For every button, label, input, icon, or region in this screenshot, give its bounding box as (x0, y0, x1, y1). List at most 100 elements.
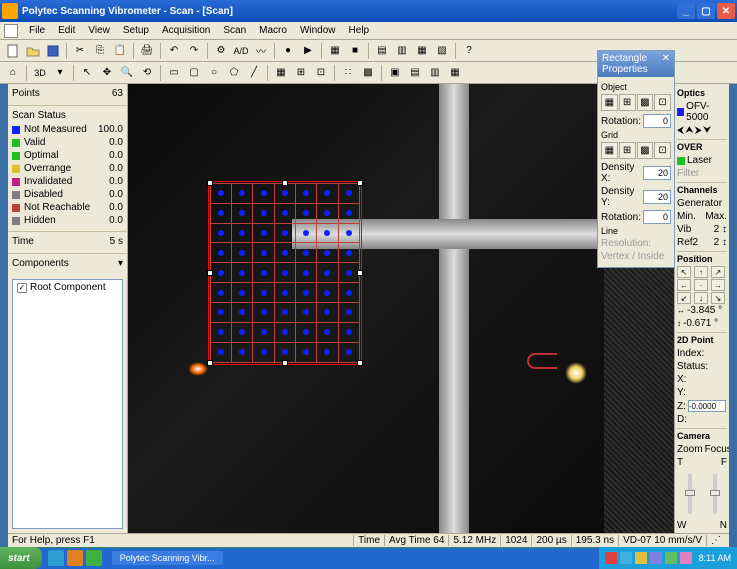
scan-point[interactable] (239, 210, 245, 216)
copy-button[interactable]: ⎘ (91, 42, 109, 60)
scan-point[interactable] (261, 210, 267, 216)
scan-point[interactable] (239, 349, 245, 355)
scan-point[interactable] (346, 210, 352, 216)
view2-button[interactable]: ▥ (393, 42, 411, 60)
play-button[interactable]: ▶ (299, 42, 317, 60)
scan-point[interactable] (346, 230, 352, 236)
grid-rotation-input[interactable] (643, 210, 671, 224)
panel-close-icon[interactable]: ✕ (662, 53, 670, 75)
measurement-grid[interactable] (210, 183, 360, 363)
scan-point[interactable] (324, 210, 330, 216)
zoom-button[interactable]: 🔍 (118, 64, 136, 82)
tray-icon[interactable] (665, 552, 677, 564)
menu-setup[interactable]: Setup (117, 23, 155, 38)
scan-point[interactable] (324, 329, 330, 335)
scan-point[interactable] (239, 270, 245, 276)
scan-point[interactable] (239, 230, 245, 236)
rotate-button[interactable]: ⟲ (138, 64, 156, 82)
scan-point[interactable] (346, 270, 352, 276)
densityx-input[interactable] (643, 166, 671, 180)
scan-point[interactable] (239, 329, 245, 335)
grid3-button[interactable]: ⊡ (312, 64, 330, 82)
camera-viewport[interactable] (128, 84, 674, 533)
line-button[interactable]: ╱ (245, 64, 263, 82)
save-button[interactable] (44, 42, 62, 60)
tray-icon[interactable] (635, 552, 647, 564)
points-button[interactable]: ∷ (339, 64, 357, 82)
scan-point[interactable] (261, 329, 267, 335)
grid2-button[interactable]: ⊞ (292, 64, 310, 82)
z-input[interactable] (688, 400, 726, 412)
scan-point[interactable] (324, 349, 330, 355)
maximize-button[interactable]: ▢ (697, 3, 715, 19)
scan-point[interactable] (282, 250, 288, 256)
nav-right-icon[interactable]: ⮞ (695, 125, 702, 136)
stop-button[interactable]: ■ (346, 42, 364, 60)
menu-macro[interactable]: Macro (253, 23, 293, 38)
nav-left-icon[interactable]: ⮜ (677, 125, 684, 136)
tray-clock[interactable]: 8:11 AM (699, 553, 731, 563)
start-button[interactable]: start (0, 547, 42, 569)
menu-scan[interactable]: Scan (217, 23, 252, 38)
scan-point[interactable] (324, 230, 330, 236)
scan-point[interactable] (261, 349, 267, 355)
scan-point[interactable] (282, 210, 288, 216)
components-tree[interactable]: ✓ Root Component (12, 279, 123, 529)
scan-point[interactable] (282, 190, 288, 196)
scan-point[interactable] (303, 290, 309, 296)
tray-icon[interactable] (650, 552, 662, 564)
menu-file[interactable]: File (23, 23, 51, 38)
components-toggle-icon[interactable]: ▾ (118, 258, 123, 269)
densityy-input[interactable] (643, 190, 671, 204)
scan-point[interactable] (261, 230, 267, 236)
obj-mode1[interactable]: ▦ (601, 94, 618, 111)
zoom-slider[interactable] (688, 474, 692, 514)
scan-point[interactable] (346, 290, 352, 296)
rectangle-properties-panel[interactable]: Rectangle Properties✕ Object ▦ ⊞ ▩ ⊡ Rot… (597, 50, 675, 268)
scan-point[interactable] (346, 349, 352, 355)
pointer-button[interactable]: ↖ (78, 64, 96, 82)
pos-ne[interactable]: ↗ (711, 266, 725, 278)
obj-mode4[interactable]: ⊡ (654, 94, 671, 111)
ad-button[interactable]: A/D (232, 42, 250, 60)
dropdown-icon[interactable]: ▾ (51, 64, 69, 82)
pan-button[interactable]: ✥ (98, 64, 116, 82)
open-button[interactable] (24, 42, 42, 60)
scan-point[interactable] (282, 329, 288, 335)
polygon-button[interactable]: ⬠ (225, 64, 243, 82)
scan-point[interactable] (218, 270, 224, 276)
layer1-button[interactable]: ▣ (386, 64, 404, 82)
view3-button[interactable]: ▦ (413, 42, 431, 60)
scan-point[interactable] (346, 309, 352, 315)
print-button[interactable]: 🖨 (138, 42, 156, 60)
layer4-button[interactable]: ▦ (446, 64, 464, 82)
close-button[interactable]: ✕ (717, 3, 735, 19)
menu-edit[interactable]: Edit (52, 23, 81, 38)
tray-icon[interactable] (680, 552, 692, 564)
root-component-item[interactable]: ✓ Root Component (13, 280, 122, 295)
menu-acquisition[interactable]: Acquisition (156, 23, 216, 38)
scan-point[interactable] (261, 270, 267, 276)
checkbox-icon[interactable]: ✓ (17, 283, 27, 293)
layer3-button[interactable]: ▥ (426, 64, 444, 82)
ql-ie-icon[interactable] (48, 550, 64, 566)
pos-e[interactable]: → (711, 279, 725, 291)
pos-se[interactable]: ↘ (711, 292, 725, 304)
pos-n[interactable]: ↑ (694, 266, 708, 278)
scan-point[interactable] (218, 190, 224, 196)
scan-point[interactable] (261, 190, 267, 196)
scan-point[interactable] (261, 250, 267, 256)
record-button[interactable]: ● (279, 42, 297, 60)
new-button[interactable] (4, 42, 22, 60)
scan-button[interactable]: ▦ (326, 42, 344, 60)
minimize-button[interactable]: _ (677, 3, 695, 19)
grid-mode1[interactable]: ▦ (601, 142, 618, 159)
scan-point[interactable] (324, 309, 330, 315)
scan-point[interactable] (324, 190, 330, 196)
vib-value[interactable]: 2 ↕ (714, 224, 727, 235)
ref-value[interactable]: 2 ↕ (714, 237, 727, 248)
focus-slider[interactable] (713, 474, 717, 514)
nav-down-icon[interactable]: ⮟ (703, 125, 712, 136)
scan-point[interactable] (218, 210, 224, 216)
scan-point[interactable] (346, 250, 352, 256)
